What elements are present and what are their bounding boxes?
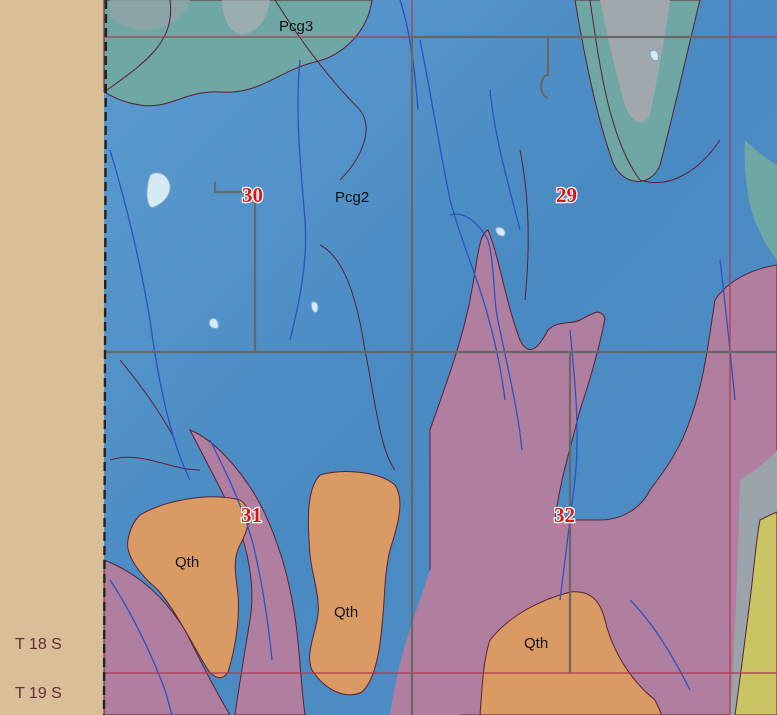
section-number-32: 32	[554, 503, 575, 527]
township-label-north: T 18 S	[15, 636, 62, 653]
unit-label-qth-3: Qth	[524, 635, 548, 652]
unit-label-qth-2: Qth	[334, 604, 358, 621]
unit-label-pcg3: Pcg3	[279, 18, 313, 35]
map-margin	[0, 0, 106, 715]
section-number-31: 31	[241, 503, 262, 527]
geologic-map[interactable]: Pcg3 Pcg2 Qth Qth Qth 30 29 31 32 T 18 S…	[0, 0, 777, 715]
section-number-30: 30	[242, 183, 263, 207]
township-label-south: T 19 S	[15, 685, 62, 702]
unit-label-qth-1: Qth	[175, 554, 199, 571]
section-number-29: 29	[556, 183, 577, 207]
water-body-small-1	[208, 317, 219, 329]
unit-label-pcg2: Pcg2	[335, 189, 369, 206]
